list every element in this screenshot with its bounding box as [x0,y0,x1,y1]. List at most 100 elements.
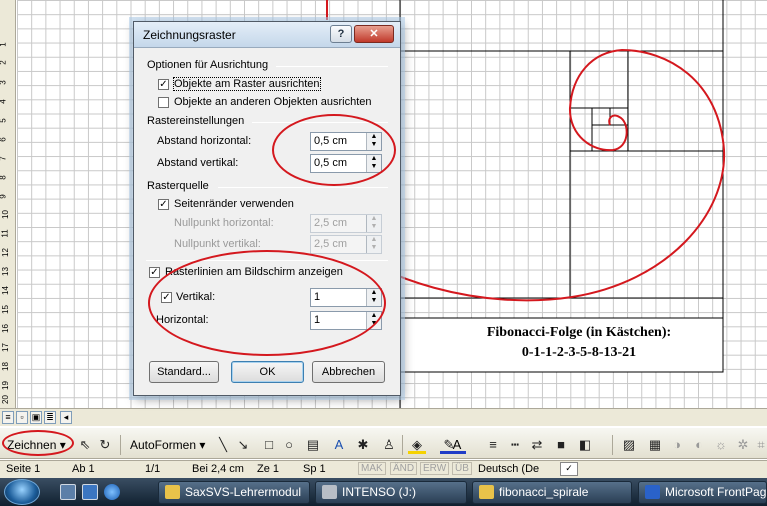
status-erw[interactable]: ERW [420,462,450,475]
spin-up-icon: ▲ [370,289,378,296]
snap-to-grid-checkbox[interactable]: ✓ [158,79,169,90]
web-view-icon[interactable]: ▫ [16,411,28,424]
autoshapes-menu[interactable]: AutoFormen ▾ [130,436,205,454]
spelling-status-icon[interactable]: ✓ [560,462,578,476]
spin-down-icon: ▼ [370,141,378,148]
window-switch-icon[interactable] [82,484,98,500]
ruler-number: 19 [0,381,10,390]
print-view-icon[interactable]: ▣ [30,411,42,424]
spin-up-icon: ▲ [370,215,378,222]
show-desktop-icon[interactable] [60,484,76,500]
status-pages: 1/1 [145,463,161,475]
brightness-less-icon[interactable]: ✲ [734,436,752,454]
taskbar-item-saxsvs[interactable]: SaxSVS-Lehrermodul [158,481,310,504]
use-margins-checkbox[interactable]: ✓ [158,199,169,210]
help-button[interactable]: ? [330,25,352,43]
group-divider [276,66,388,67]
spin-down-icon: ▼ [370,163,378,170]
normal-view-icon[interactable]: ≡ [2,411,14,424]
arrow-style-icon[interactable]: ⇄ [528,436,546,454]
standard-button[interactable]: Standard... [149,361,219,383]
draw-menu[interactable]: Zeichnen ▾ [7,436,66,454]
snap-to-objects-checkbox[interactable] [158,97,169,108]
spinner-arrows[interactable]: ▲ ▼ [366,312,381,329]
vertical-ruler: 1 2 3 4 5 6 7 8 9 10 11 12 13 14 15 16 1… [0,0,16,408]
3d-style-icon[interactable]: ◧ [576,436,594,454]
ok-button[interactable]: OK [231,361,304,383]
oval-icon[interactable]: ○ [280,436,298,454]
brightness-icon[interactable]: ☼ [712,436,730,454]
horizontal-every-spinner[interactable]: 1 ▲ ▼ [310,311,382,330]
origin-horiz-spinner: 2,5 cm ▲ ▼ [310,214,382,233]
ruler-number: 12 [0,248,10,257]
taskbar-item-fibonacci[interactable]: fibonacci_spirale [472,481,632,504]
vertical-every-value: 1 [314,291,321,303]
group-divider [146,260,388,261]
vertical-every-checkbox[interactable]: ✓ [161,292,172,303]
show-gridlines-label: Rasterlinien am Bildschirm anzeigen [165,266,343,278]
insert-picture-icon[interactable]: ▨ [620,436,638,454]
spin-up-icon: ▲ [370,155,378,162]
fib-square [569,107,629,152]
dialog-titlebar[interactable]: Zeichnungsraster ? ✕ [134,22,400,48]
folder-icon [479,485,494,499]
grid-origin-group-label: Rasterquelle [147,180,209,192]
fibonacci-text-box[interactable]: Fibonacci-Folge (in Kästchen): 0-1-1-2-3… [417,323,741,363]
contrast-less-icon[interactable]: ◐ [690,436,708,454]
free-rotate-icon[interactable]: ↻ [96,436,114,454]
line-style-icon[interactable]: ≡ [484,436,502,454]
text-box-icon[interactable]: ▤ [304,436,322,454]
status-language: Deutsch (De [478,463,540,475]
spin-down-icon: ▼ [370,320,378,327]
vert-spacing-spinner[interactable]: 0,5 cm ▲ ▼ [310,154,382,173]
toolbar-separator [612,435,613,455]
line-icon[interactable]: ╲ [214,436,232,454]
drawing-toolbar: Zeichnen ▾ ⇖ ↻ AutoFormen ▾ ╲ ↘ □ ○ ▤ A … [0,427,767,459]
font-color-icon[interactable]: A [448,436,466,454]
vertical-every-label: Vertikal: [176,291,216,303]
start-button-icon[interactable] [4,479,40,505]
spinner-arrows[interactable]: ▲ ▼ [366,133,381,150]
clipart-icon[interactable]: ♙ [380,436,398,454]
horiz-spacing-spinner[interactable]: 0,5 cm ▲ ▼ [310,132,382,151]
horizontal-scrollbar[interactable]: ≡ ▫ ▣ ≣ ◂ [0,408,767,426]
status-line: Ze 1 [257,463,280,475]
dash-style-icon[interactable]: ┅ [506,436,524,454]
picture-tools-icon[interactable]: ▦ [646,436,664,454]
horizontal-every-value: 1 [314,314,321,326]
shadow-icon[interactable]: ■ [552,436,570,454]
wordart-icon[interactable]: A [330,436,348,454]
origin-vert-value: 2,5 cm [314,238,348,250]
contrast-icon[interactable]: ◑ [668,436,686,454]
taskbar-item-frontpage[interactable]: Microsoft FrontPag [638,481,767,504]
ruler-number: 5 [0,118,8,122]
spinner-arrows[interactable]: ▲ ▼ [366,289,381,306]
status-and[interactable]: ÄND [390,462,418,475]
close-button[interactable]: ✕ [354,25,394,43]
status-bar: Seite 1 Ab 1 1/1 Bei 2,4 cm Ze 1 Sp 1 MA… [0,460,767,478]
internet-explorer-icon[interactable] [104,484,120,500]
taskbar-item-intenso[interactable]: INTENSO (J:) [315,481,467,504]
status-ub[interactable]: ÜB [452,462,472,475]
ruler-number: 8 [0,175,8,179]
folder-icon [165,485,180,499]
spin-up-icon: ▲ [370,236,378,243]
ruler-number: 14 [0,286,10,295]
cancel-button[interactable]: Abbrechen [312,361,385,383]
crop-icon[interactable]: ⌗ [752,436,767,454]
show-gridlines-checkbox[interactable]: ✓ [149,267,160,278]
vertical-every-spinner[interactable]: 1 ▲ ▼ [310,288,382,307]
dialog-title: Zeichnungsraster [143,28,236,42]
scroll-left-icon[interactable]: ◂ [60,411,72,424]
outline-view-icon[interactable]: ≣ [44,411,56,424]
rectangle-icon[interactable]: □ [260,436,278,454]
spinner-arrows[interactable]: ▲ ▼ [366,155,381,172]
arrow-icon[interactable]: ↘ [234,436,252,454]
spinner-arrows: ▲ ▼ [366,236,381,253]
snap-to-grid-label: Objekte am Raster ausrichten [173,77,321,91]
diagram-icon[interactable]: ✱ [354,436,372,454]
align-group-label: Optionen für Ausrichtung [147,59,269,71]
select-pointer-icon[interactable]: ⇖ [76,436,94,454]
status-mak[interactable]: MAK [358,462,386,475]
fill-color-icon[interactable]: ◈ [408,436,426,454]
